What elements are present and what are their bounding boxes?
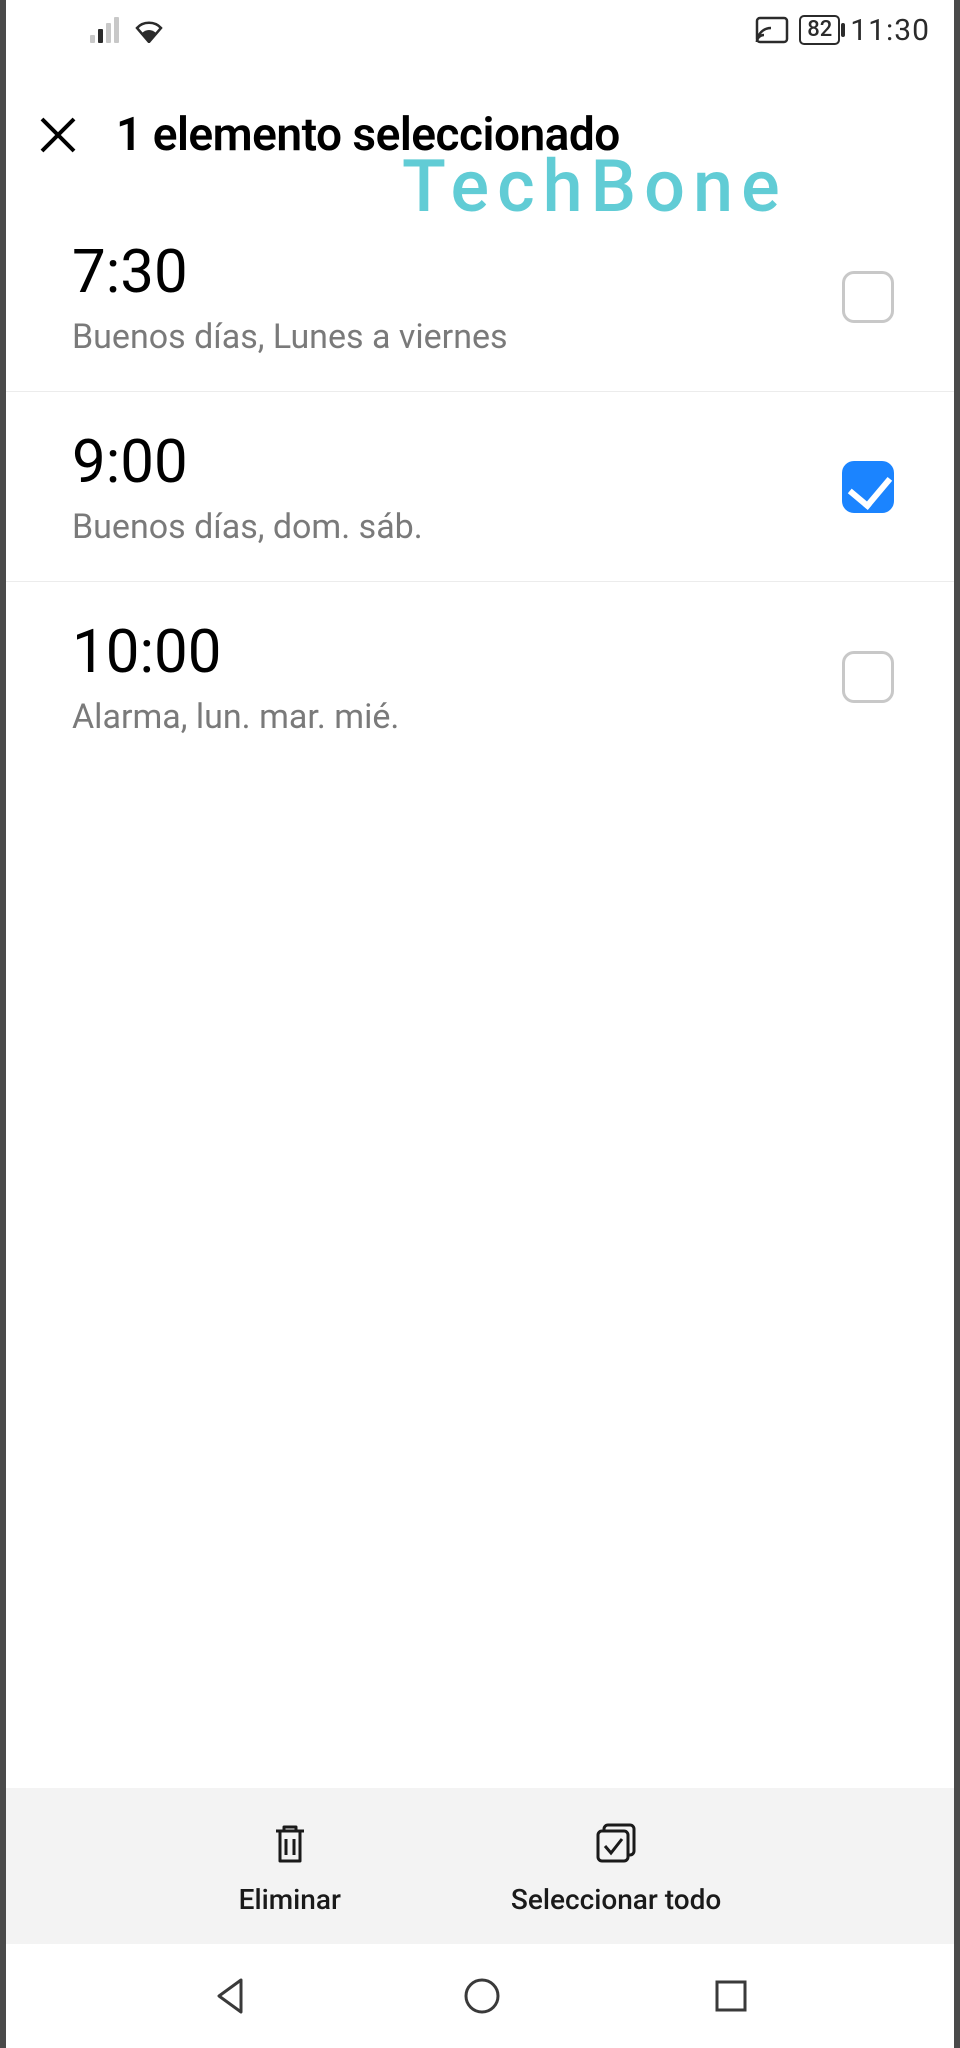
alarm-row[interactable]: 9:00 Buenos días, dom. sáb. [6,392,954,582]
back-button[interactable] [209,1974,253,2018]
phone-frame: 82 11:30 1 elemento seleccionado TechBon… [0,0,960,2048]
alarm-row[interactable]: 10:00 Alarma, lun. mar. mié. [6,582,954,771]
system-nav-bar [6,1944,954,2048]
alarm-subtitle: Buenos días, Lunes a viernes [72,317,842,357]
home-button[interactable] [460,1974,504,2018]
page-title: 1 elemento seleccionado [116,108,620,162]
select-all-button[interactable]: Seleccionar todo [511,1817,721,1916]
alarm-time: 10:00 [72,616,842,687]
alarm-checkbox[interactable] [842,461,894,513]
alarm-checkbox[interactable] [842,651,894,703]
alarm-checkbox[interactable] [842,271,894,323]
wifi-icon [133,17,165,43]
alarm-subtitle: Alarma, lun. mar. mié. [72,697,842,737]
action-label: Eliminar [239,1883,341,1916]
status-clock: 11:30 [850,13,930,48]
cellular-signal-icon [90,17,119,43]
alarm-time: 9:00 [72,426,842,497]
alarm-time: 7:30 [72,236,842,307]
delete-button[interactable]: Eliminar [239,1817,341,1916]
selection-header: 1 elemento seleccionado TechBone [6,60,954,202]
cast-icon [755,16,789,44]
action-label: Seleccionar todo [511,1883,721,1916]
select-all-icon [590,1817,642,1873]
alarm-row[interactable]: 7:30 Buenos días, Lunes a viernes [6,202,954,392]
battery-level: 82 [807,17,832,42]
alarm-subtitle: Buenos días, dom. sáb. [72,507,842,547]
recent-apps-button[interactable] [711,1976,751,2016]
bottom-action-bar: Eliminar Seleccionar todo [6,1788,954,1944]
trash-icon [264,1817,316,1873]
close-icon[interactable] [34,111,82,159]
alarm-list: 7:30 Buenos días, Lunes a viernes 9:00 B… [6,202,954,1788]
battery-icon: 82 [799,15,840,45]
status-bar: 82 11:30 [6,0,954,60]
